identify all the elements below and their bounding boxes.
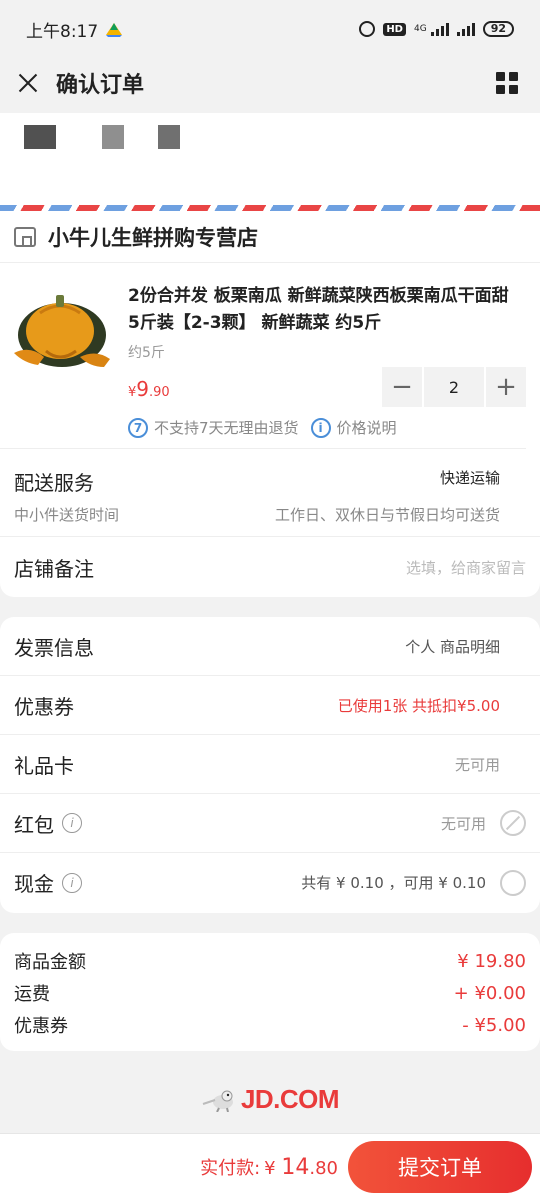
freight-label: 运费 bbox=[14, 984, 50, 1005]
shop-header[interactable]: 小牛儿生鲜拼购专营店 bbox=[0, 211, 540, 263]
price-explain-link[interactable]: 价格说明 bbox=[337, 417, 397, 438]
info-card: 发票信息 个人 商品明细 优惠券 已使用1张 共抵扣¥5.00 礼品卡 无可用 … bbox=[0, 617, 540, 913]
alarm-icon bbox=[359, 21, 376, 37]
goods-amount-row: 商品金额 ¥ 19.80 bbox=[14, 945, 526, 977]
network-label: 4G bbox=[413, 23, 427, 34]
cash-row[interactable]: 现金 i 共有 ¥ 0.10 ，可用 ¥ 0.10 bbox=[0, 853, 540, 912]
goods-amount-label: 商品金额 bbox=[14, 952, 86, 973]
freight-value: + ¥0.00 bbox=[453, 982, 526, 1004]
drive-icon bbox=[106, 22, 123, 37]
price-decimal: .90 bbox=[149, 385, 170, 400]
product-tags: 7 不支持7天无理由退货 i 价格说明 bbox=[128, 417, 397, 438]
coupon-discount-value: - ¥5.00 bbox=[462, 1014, 526, 1036]
page-title: 确认订单 bbox=[56, 73, 145, 98]
address-redacted-3 bbox=[158, 125, 180, 149]
qty-minus-button[interactable]: − bbox=[382, 367, 422, 407]
remark-input[interactable]: 选填，给商家留言 bbox=[406, 557, 526, 578]
giftcard-value: 无可用 bbox=[454, 755, 500, 774]
address-redacted-1 bbox=[24, 125, 56, 149]
product-price: ¥9.90 bbox=[128, 377, 170, 401]
store-icon bbox=[14, 226, 36, 247]
qty-input[interactable]: 2 bbox=[424, 367, 484, 407]
cash-value: 共有 ¥ 0.10 ，可用 ¥ 0.10 bbox=[301, 874, 486, 892]
total-decimal: .80 bbox=[309, 1157, 338, 1179]
status-time-group: 上午8:17 bbox=[26, 17, 123, 42]
giftcard-row[interactable]: 礼品卡 无可用 bbox=[0, 735, 540, 794]
disabled-icon bbox=[500, 810, 526, 836]
jd-logo: JD.COM bbox=[0, 1084, 540, 1115]
total-label: 实付款: bbox=[200, 1158, 261, 1179]
redpacket-label: 红包 bbox=[14, 812, 54, 837]
close-icon[interactable] bbox=[16, 71, 40, 95]
status-time: 上午8:17 bbox=[26, 21, 99, 42]
radio-icon[interactable] bbox=[500, 869, 526, 896]
freight-row: 运费 + ¥0.00 bbox=[14, 977, 526, 1009]
submit-order-button[interactable]: 提交订单 bbox=[348, 1141, 532, 1193]
coupon-discount-row: 优惠券 - ¥5.00 bbox=[14, 1009, 526, 1041]
cash-label: 现金 bbox=[14, 872, 54, 896]
info-icon[interactable]: i bbox=[310, 417, 331, 438]
invoice-row[interactable]: 发票信息 个人 商品明细 bbox=[0, 617, 540, 676]
remark-row[interactable]: 店铺备注 选填，给商家留言 bbox=[0, 537, 540, 597]
status-icons: HD 4G 92 bbox=[359, 21, 514, 37]
delivery-row[interactable]: 配送服务 快递运输 中小件送货时间 工作日、双休日与节假日均可送货 bbox=[0, 449, 540, 537]
price-integer: 9 bbox=[136, 377, 150, 401]
info-icon[interactable]: i bbox=[62, 813, 82, 833]
total-symbol: ¥ bbox=[264, 1157, 282, 1179]
total-integer: 14 bbox=[281, 1154, 310, 1180]
delivery-value: 快递运输 bbox=[439, 469, 500, 487]
shop-name: 小牛儿生鲜拼购专营店 bbox=[48, 225, 258, 250]
battery-icon: 92 bbox=[482, 21, 514, 37]
goods-amount-value: ¥ 19.80 bbox=[457, 950, 526, 972]
quantity-stepper: − 2 + bbox=[382, 367, 526, 407]
delivery-label: 配送服务 bbox=[14, 471, 94, 495]
info-icon[interactable]: i bbox=[62, 872, 82, 893]
jd-logo-text: JD.COM bbox=[240, 1084, 340, 1114]
total-amount: ¥ 14.80 bbox=[264, 1155, 338, 1180]
invoice-value: 个人 商品明细 bbox=[405, 637, 500, 656]
product-item[interactable]: 2份合并发 板栗南瓜 新鲜蔬菜陕西板栗南瓜干面甜 5斤装【2-3颗】 新鲜蔬菜 … bbox=[0, 263, 526, 449]
address-card[interactable] bbox=[0, 113, 540, 211]
address-redacted-2 bbox=[102, 125, 124, 149]
hd-icon: HD bbox=[383, 22, 406, 36]
product-title[interactable]: 2份合并发 板栗南瓜 新鲜蔬菜陕西板栗南瓜干面甜 5斤装【2-3颗】 新鲜蔬菜 … bbox=[128, 283, 512, 337]
bottom-bar: 实付款: ¥ 14.80 提交订单 bbox=[0, 1133, 540, 1200]
status-bar: 上午8:17 HD 4G 92 bbox=[0, 0, 540, 58]
remark-label: 店铺备注 bbox=[14, 556, 94, 581]
invoice-label: 发票信息 bbox=[14, 635, 94, 660]
signal-icon-2 bbox=[456, 22, 475, 36]
summary-card: 商品金额 ¥ 19.80 运费 + ¥0.00 优惠券 - ¥5.00 bbox=[0, 933, 540, 1051]
coupon-row[interactable]: 优惠券 已使用1张 共抵扣¥5.00 bbox=[0, 676, 540, 735]
no-return-icon: 7 bbox=[128, 417, 148, 438]
product-spec: 约5斤 bbox=[128, 345, 165, 361]
shop-card: 小牛儿生鲜拼购专营店 2份合并发 板栗南瓜 新鲜蔬菜陕西板栗南瓜干面甜 5斤装【… bbox=[0, 211, 540, 597]
giftcard-label: 礼品卡 bbox=[14, 753, 74, 778]
delivery-sub-label: 中小件送货时间 bbox=[14, 506, 120, 524]
redpacket-value: 无可用 bbox=[440, 814, 486, 833]
grid-menu-icon[interactable] bbox=[496, 72, 518, 94]
nav-bar: 确认订单 bbox=[0, 58, 540, 108]
coupon-label: 优惠券 bbox=[14, 694, 74, 719]
coupon-discount-label: 优惠券 bbox=[14, 1016, 68, 1037]
product-image[interactable] bbox=[10, 291, 116, 371]
redpacket-row[interactable]: 红包 i 无可用 bbox=[0, 794, 540, 853]
delivery-sub-value: 工作日、双休日与节假日均可送货 bbox=[274, 506, 500, 524]
coupon-value: 已使用1张 共抵扣¥5.00 bbox=[337, 696, 500, 715]
signal-icon bbox=[430, 22, 449, 36]
no-return-text: 不支持7天无理由退货 bbox=[154, 419, 299, 437]
jd-dog-icon bbox=[201, 1088, 235, 1112]
qty-plus-button[interactable]: + bbox=[486, 367, 526, 407]
